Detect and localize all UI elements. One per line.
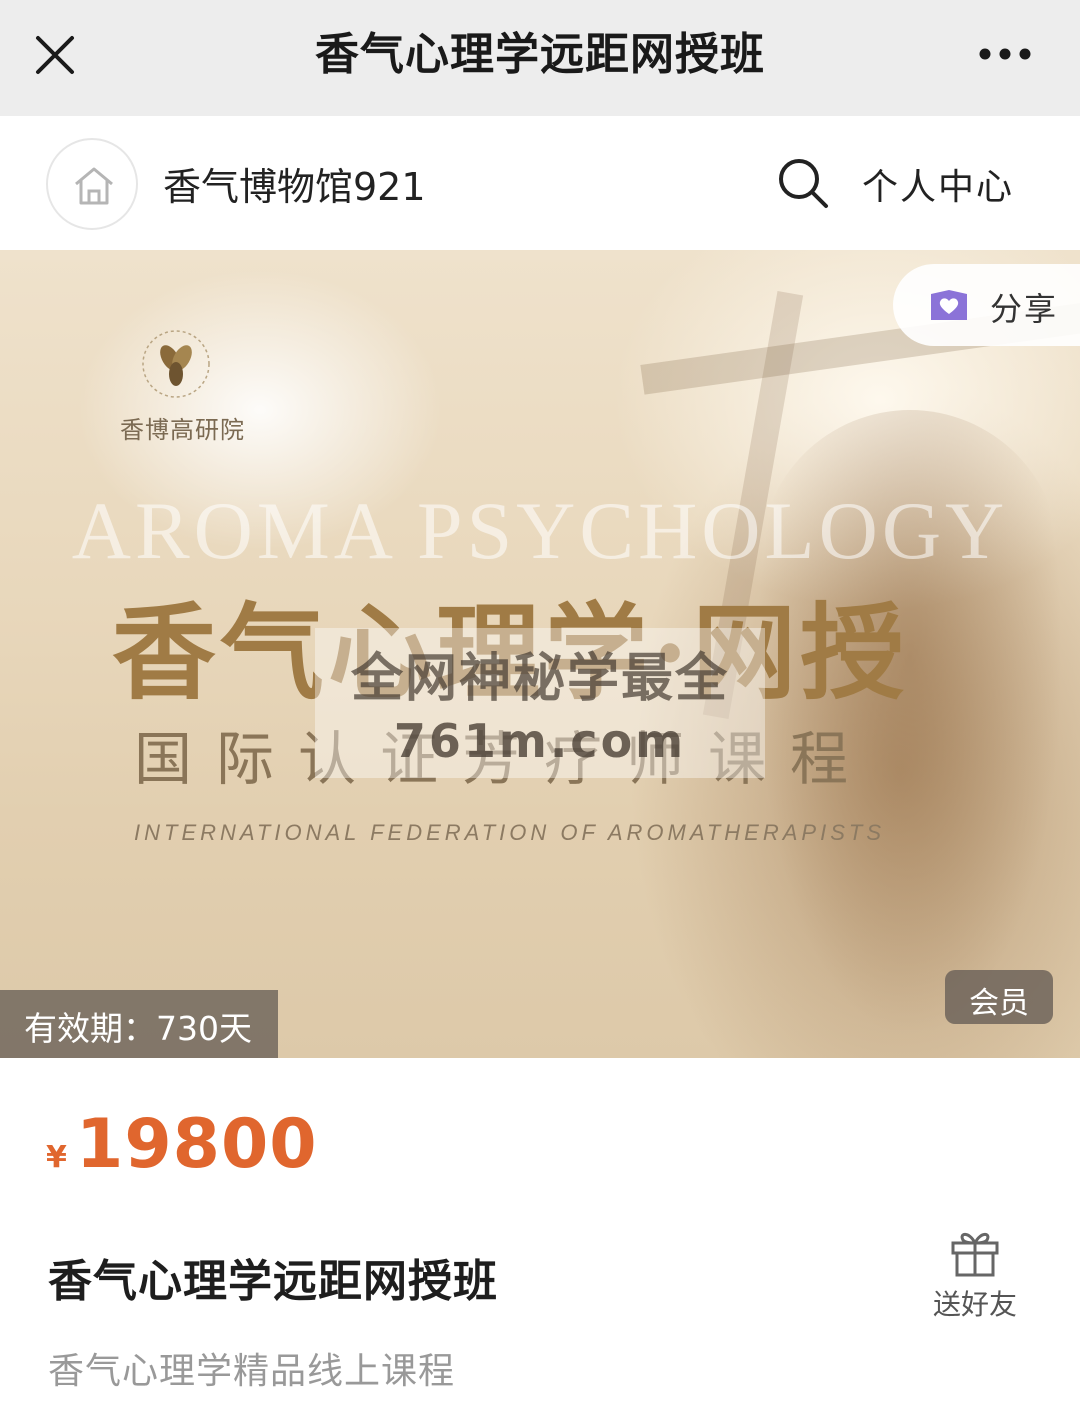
more-dots-icon[interactable] [975, 36, 1035, 72]
product-title: 香气心理学远距网授班 [48, 1256, 498, 1307]
home-button[interactable] [46, 138, 138, 230]
product-description: 香气心理学精品线上课程 [48, 1351, 456, 1392]
store-header: 香气博物馆921 个人中心 [0, 116, 1080, 250]
validity-badge: 有效期：730天 [0, 990, 278, 1058]
watermark: 全网神秘学最全 761m.com [315, 628, 765, 778]
watermark-line1: 全网神秘学最全 [350, 649, 729, 709]
price-currency: ¥ [46, 1140, 67, 1175]
gift-button[interactable]: 送好友 [925, 1225, 1025, 1325]
share-button[interactable]: 分享 [893, 264, 1080, 346]
search-icon[interactable] [776, 156, 830, 210]
member-badge: 会员 [945, 970, 1053, 1024]
validity-text: 有效期：730天 [24, 1009, 252, 1048]
home-icon [75, 167, 113, 205]
share-label: 分享 [990, 290, 1059, 328]
share-heart-icon [931, 290, 967, 320]
title-bar: 香气心理学远距网授班 [0, 0, 1080, 116]
price-value: 19800 [76, 1105, 318, 1184]
member-badge-label: 会员 [969, 986, 1029, 1021]
watermark-line2: 761m.com [393, 714, 687, 768]
course-banner: 香博高研院 AROMA PSYCHOLOGY 香气心理学·网授 国际认证芳疗师课… [0, 250, 1080, 1058]
page-title: 香气心理学远距网授班 [315, 29, 765, 80]
banner-english-title: AROMA PSYCHOLOGY [71, 485, 1009, 576]
gift-icon [951, 1232, 999, 1277]
store-name[interactable]: 香气博物馆921 [163, 156, 426, 211]
logo-icon [142, 330, 210, 398]
profile-link[interactable]: 个人中心 [862, 158, 1014, 210]
banner-english-subtitle: INTERNATIONAL FEDERATION OF AROMATHERAPI… [134, 820, 885, 845]
logo-text: 香博高研院 [120, 416, 245, 444]
gift-label: 送好友 [932, 1288, 1017, 1321]
